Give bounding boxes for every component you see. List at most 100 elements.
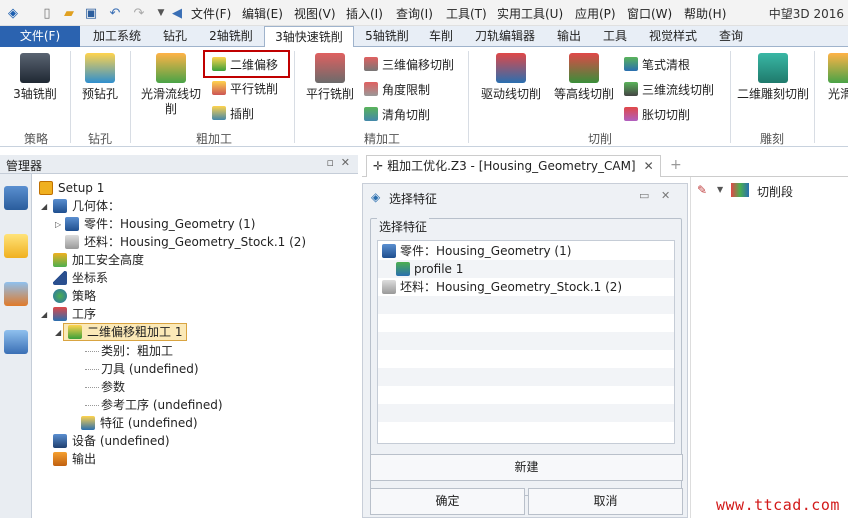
menu-utilities[interactable]: 实用工具(U) [497, 5, 563, 22]
eraser-icon[interactable]: ✎ [697, 183, 707, 197]
bulge-cut-button[interactable]: 胀切切削 [624, 105, 690, 123]
parallel-milling-small-button[interactable]: 平行铣削 [212, 79, 278, 97]
tree-connector [85, 351, 99, 352]
tab-2axis-milling[interactable]: 2轴铣削 [200, 26, 262, 47]
user-icon[interactable] [4, 330, 28, 354]
tree-node-safe-height[interactable]: 加工安全高度 [53, 251, 144, 269]
tree-node-category[interactable]: 类别：粗加工 [101, 342, 173, 360]
smooth-flow-cut-button[interactable]: 光滑流线切削 [136, 53, 206, 117]
coord-label: 坐标系 [72, 271, 109, 285]
tab-file[interactable]: 文件(F) [0, 26, 80, 47]
menu-query[interactable]: 查询(I) [396, 5, 433, 22]
tree-node-tool[interactable]: 刀具 (undefined) [101, 360, 199, 378]
tab-machining-system[interactable]: 加工系统 [84, 26, 150, 47]
tab-query[interactable]: 查询 [708, 26, 754, 47]
open-folder-icon[interactable]: ▰ [60, 4, 78, 22]
stock-icon [65, 235, 79, 249]
drive-curve-cut-button[interactable]: 驱动线切削 [476, 53, 546, 102]
tree-node-output[interactable]: 输出 [53, 450, 96, 468]
menu-view[interactable]: 视图(V) [294, 5, 336, 22]
help-icon[interactable]: ▭ [639, 189, 649, 202]
dropdown-icon[interactable]: ▼ [717, 185, 723, 194]
tab-drilling[interactable]: 钻孔 [152, 26, 198, 47]
collapse-icon[interactable]: ◢ [55, 328, 61, 337]
menu-help[interactable]: 帮助(H) [684, 5, 726, 22]
menu-file[interactable]: 文件(F) [191, 5, 231, 22]
tree-node-geometry[interactable]: 几何体： [53, 197, 120, 215]
list-item[interactable]: profile 1 [378, 260, 674, 278]
list-item [378, 404, 674, 422]
tree-node-2d-offset-rough[interactable]: 二维偏移粗加工 1 [63, 323, 188, 341]
cut-segment-filter[interactable]: 切削段 [757, 183, 793, 200]
menu-tools[interactable]: 工具(T) [446, 5, 487, 22]
menu-edit[interactable]: 编辑(E) [242, 5, 283, 22]
app-logo-icon[interactable]: ◈ [4, 4, 22, 22]
tree-node-params[interactable]: 参数 [101, 378, 125, 396]
plunge-icon [212, 106, 226, 120]
tree-node-device[interactable]: 设备 (undefined) [53, 432, 170, 450]
2d-engrave-button[interactable]: 二维雕刻切削 [736, 53, 810, 102]
manager-tree: Setup 1 ◢ 几何体： ▷ 零件：Housing_Geometry (1)… [33, 176, 355, 518]
new-file-icon[interactable]: ▯ [38, 4, 56, 22]
tree-node-setup[interactable]: Setup 1 [39, 179, 104, 197]
close-tab-icon[interactable]: ✕ [644, 159, 654, 173]
3d-offset-cut-button[interactable]: 三维偏移切削 [364, 55, 454, 73]
save-icon[interactable]: ▣ [82, 4, 100, 22]
collapse-arrow-icon[interactable]: ◀ [168, 4, 186, 22]
corner-clean-button[interactable]: 清角切削 [364, 105, 430, 123]
list-item[interactable]: 零件：Housing_Geometry (1) [378, 242, 674, 260]
list-item[interactable]: 坯料：Housing_Geometry_Stock.1 (2) [378, 278, 674, 296]
document-tab[interactable]: ✛ 粗加工优化.Z3 - [Housing_Geometry_CAM] ✕ [366, 155, 661, 177]
pin-icon[interactable]: ▫ [327, 156, 334, 169]
expand-icon[interactable]: ▷ [55, 220, 61, 229]
tab-3axis-fast-milling[interactable]: 3轴快速铣削 [264, 26, 354, 48]
predrill-button[interactable]: 预钻孔 [74, 53, 126, 102]
layer-manager-icon[interactable] [4, 282, 28, 306]
tree-node-coord[interactable]: 坐标系 [53, 269, 108, 287]
new-button[interactable]: 新建 [370, 454, 683, 481]
tab-toolpath-editor[interactable]: 刀轨编辑器 [464, 26, 546, 47]
tree-node-strategy[interactable]: 策略 [53, 287, 96, 305]
ok-button[interactable]: 确定 [370, 488, 525, 515]
tree-node-process[interactable]: 工序 [53, 305, 96, 323]
tree-node-ref-op[interactable]: 参考工序 (undefined) [101, 396, 223, 414]
part-manager-icon[interactable] [4, 234, 28, 258]
cancel-button[interactable]: 取消 [528, 488, 683, 515]
device-label: 设备 (undefined) [72, 434, 170, 448]
2d-engrave-label: 二维雕刻切削 [736, 87, 809, 101]
parallel-finish-button[interactable]: 平行铣削 [302, 53, 358, 102]
feature-list[interactable]: 零件：Housing_Geometry (1) profile 1 坯料：Hou… [377, 240, 675, 444]
collapse-icon[interactable]: ◢ [41, 202, 47, 211]
tab-output[interactable]: 输出 [548, 26, 590, 47]
angle-limit-button[interactable]: 角度限制 [364, 80, 430, 98]
setup-label: Setup 1 [58, 181, 105, 195]
tree-node-part[interactable]: 零件：Housing_Geometry (1) [65, 215, 255, 233]
contour-cut-button[interactable]: 等高线切削 [550, 53, 618, 102]
3d-flow-cut-button[interactable]: 三维流线切削 [624, 80, 714, 98]
tab-5axis-milling[interactable]: 5轴铣削 [356, 26, 418, 47]
collapse-icon[interactable]: ◢ [41, 310, 47, 319]
add-tab-icon[interactable]: + [670, 157, 682, 173]
plunge-button[interactable]: 插削 [212, 104, 254, 122]
undo-icon[interactable]: ↶ [106, 4, 124, 22]
menu-insert[interactable]: 插入(I) [346, 5, 383, 22]
tab-visual-style[interactable]: 视觉样式 [640, 26, 706, 47]
2d-offset-op-icon [68, 325, 82, 339]
smooth-flow-cut-button-2[interactable]: 光滑 [820, 53, 848, 102]
menu-apps[interactable]: 应用(P) [575, 5, 616, 22]
bulge-label: 胀切切削 [642, 107, 691, 122]
machining-manager-icon[interactable] [4, 186, 28, 210]
dialog-close-icon[interactable]: ✕ [661, 189, 670, 202]
pencil-icon [624, 57, 638, 71]
tree-node-stock[interactable]: 坯料：Housing_Geometry_Stock.1 (2) [65, 233, 306, 251]
tree-node-feature[interactable]: 特征 (undefined) [81, 414, 198, 432]
pencil-clean-button[interactable]: 笔式清根 [624, 55, 690, 73]
redo-icon[interactable]: ↷ [130, 4, 148, 22]
menu-window[interactable]: 窗口(W) [627, 5, 672, 22]
close-icon[interactable]: ✕ [341, 156, 350, 169]
tab-tools[interactable]: 工具 [594, 26, 636, 47]
filter-icon[interactable] [731, 183, 749, 197]
3axis-milling-button[interactable]: 3轴铣削 [6, 53, 64, 102]
tab-turning[interactable]: 车削 [420, 26, 462, 47]
ribbon-panel: 3轴铣削 预钻孔 光滑流线切削 二维偏移 平行铣削 插削 平行铣削 三维偏移切削… [0, 47, 848, 147]
